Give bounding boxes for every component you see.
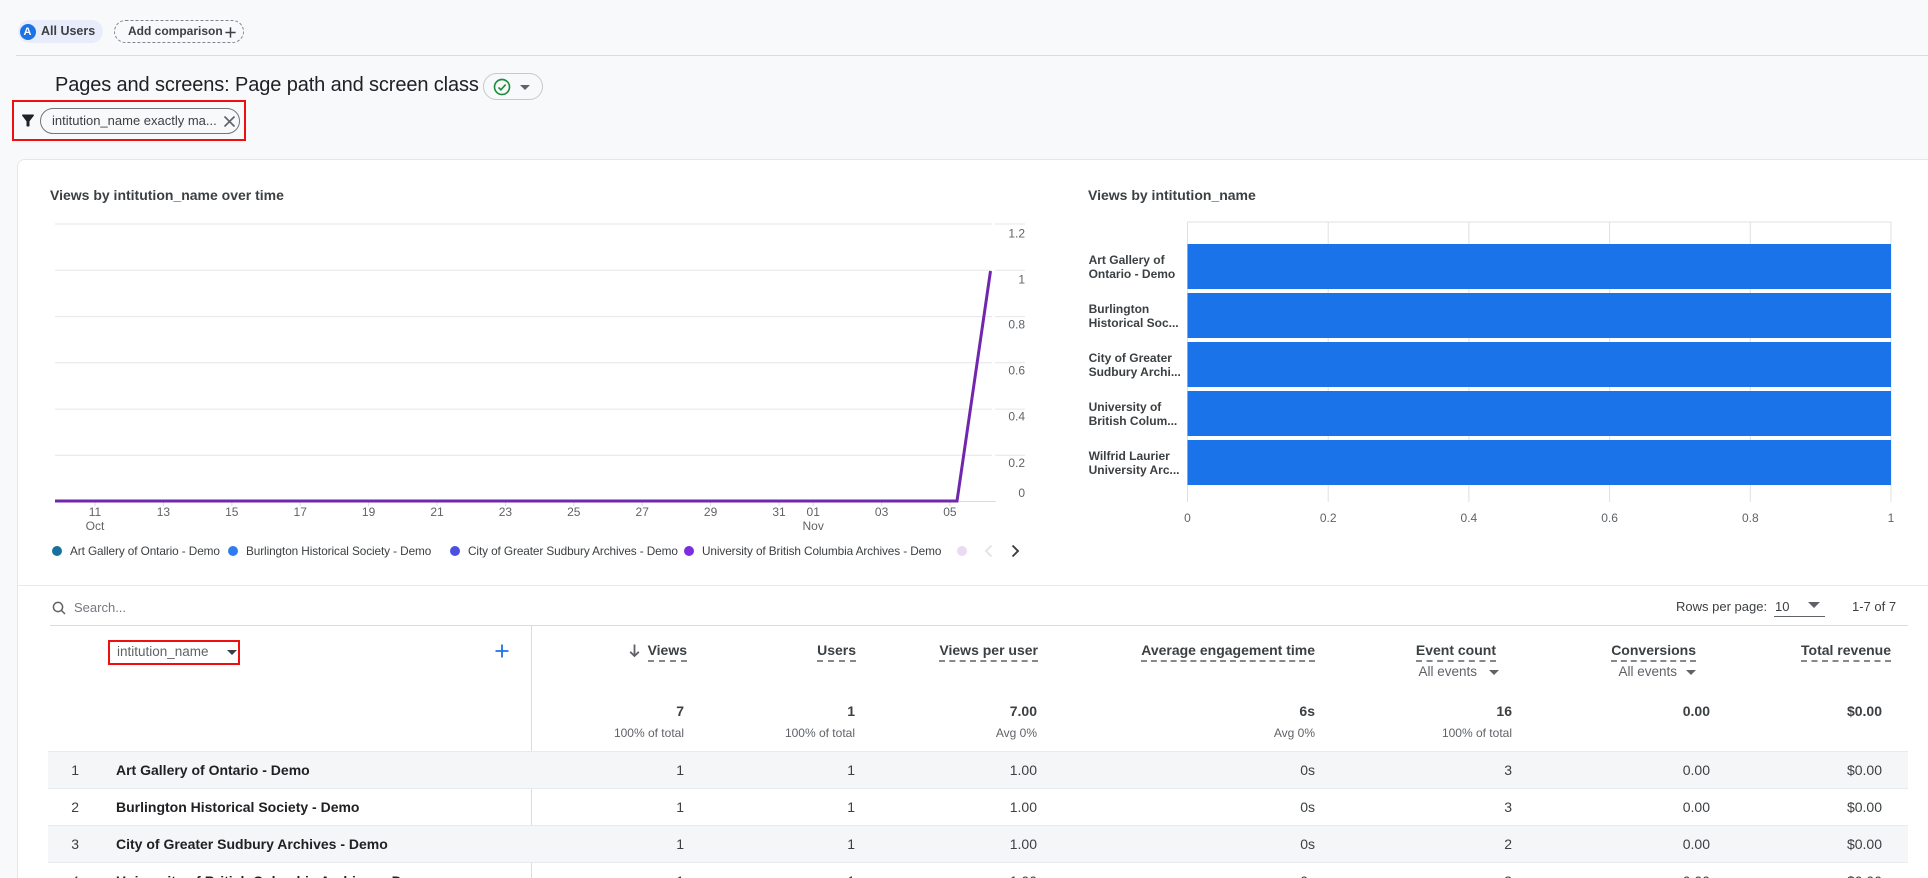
svg-text:13: 13 [157, 505, 171, 519]
svg-text:Art Gallery of: Art Gallery of [1089, 253, 1166, 267]
svg-text:21: 21 [430, 505, 444, 519]
svg-text:0.8: 0.8 [1742, 511, 1759, 525]
svg-text:25: 25 [567, 505, 581, 519]
svg-text:Historical Soc...: Historical Soc... [1089, 316, 1179, 330]
svg-text:City of Greater: City of Greater [1089, 351, 1173, 365]
svg-text:17: 17 [294, 505, 308, 519]
svg-text:19: 19 [362, 505, 376, 519]
svg-text:0.6: 0.6 [1601, 511, 1618, 525]
svg-text:0.2: 0.2 [1008, 456, 1025, 470]
svg-text:31: 31 [772, 505, 786, 519]
svg-text:British Colum...: British Colum... [1089, 414, 1178, 428]
svg-text:15: 15 [225, 505, 239, 519]
svg-text:27: 27 [636, 505, 650, 519]
svg-text:1: 1 [1888, 511, 1895, 525]
svg-text:23: 23 [499, 505, 513, 519]
svg-text:01: 01 [807, 505, 821, 519]
svg-text:0: 0 [1018, 486, 1025, 500]
svg-text:Ontario - Demo: Ontario - Demo [1089, 267, 1176, 281]
svg-text:Sudbury Archi...: Sudbury Archi... [1089, 365, 1181, 379]
svg-text:0.6: 0.6 [1008, 363, 1025, 377]
svg-text:Burlington: Burlington [1089, 302, 1150, 316]
svg-text:11: 11 [89, 505, 102, 519]
svg-text:0.2: 0.2 [1320, 511, 1337, 525]
svg-text:University of: University of [1089, 400, 1163, 414]
svg-text:0.4: 0.4 [1461, 511, 1478, 525]
svg-text:0.8: 0.8 [1008, 317, 1025, 331]
svg-text:University Arc...: University Arc... [1089, 463, 1180, 477]
svg-text:Oct: Oct [86, 519, 105, 533]
svg-text:29: 29 [704, 505, 718, 519]
svg-text:03: 03 [875, 505, 889, 519]
svg-text:0: 0 [1184, 511, 1191, 525]
svg-text:1.2: 1.2 [1008, 226, 1025, 240]
svg-text:Wilfrid Laurier: Wilfrid Laurier [1089, 449, 1171, 463]
svg-text:05: 05 [943, 505, 957, 519]
svg-text:1: 1 [1018, 272, 1025, 286]
svg-text:0.4: 0.4 [1008, 409, 1025, 423]
svg-text:Nov: Nov [803, 519, 824, 533]
